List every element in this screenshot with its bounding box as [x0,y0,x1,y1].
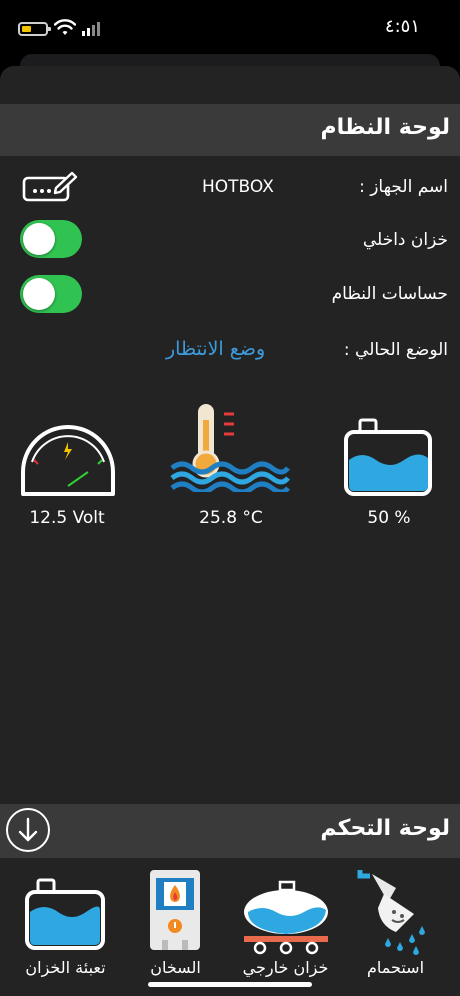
tab-shower[interactable]: استحمام [338,858,453,996]
tab-label-external-tank: خزان خارجي [242,958,329,977]
tab-fill-tank[interactable]: تعبئة الخزان [8,858,123,996]
voltage-value: 12.5 Volt [29,508,105,528]
heater-icon [150,870,200,950]
tab-label-shower: استحمام [366,958,425,977]
thermometer-icon [170,404,290,492]
system-sensors-toggle[interactable] [20,275,82,313]
wifi-icon [54,19,76,35]
tank-level-value: 50 % [367,508,411,528]
tank-level-icon [344,418,432,496]
clock: ٤:٥١ [384,16,420,37]
edit-keyboard-icon[interactable] [22,170,78,204]
tab-bar: تعبئة الخزان السخان خزان خارجي استحمام [0,858,460,996]
tab-label-heater: السخان [150,958,201,977]
current-mode-label: الوضع الحالي : [343,340,448,360]
voltmeter-icon [21,425,115,496]
status-bar: ٤:٥١ [0,0,460,54]
system-panel-header: لوحة النظام [0,104,460,156]
internal-tank-toggle[interactable] [20,220,82,258]
signal-icon [82,22,100,36]
temperature-value: 25.8 °C [199,508,263,528]
internal-tank-label: خزان داخلي [362,230,448,250]
arrow-down-icon [18,817,38,842]
collapse-button[interactable] [6,808,50,852]
system-sensors-label: حساسات النظام [331,284,448,304]
device-name-label: اسم الجهاز : [359,177,448,197]
tab-external-tank[interactable]: خزان خارجي [228,858,343,996]
current-mode-value: وضع الانتظار [166,338,266,360]
shower-icon [357,870,425,955]
home-indicator [148,982,312,987]
tab-label-fill-tank: تعبئة الخزان [25,958,106,977]
control-panel-header: لوحة التحكم [0,804,460,858]
device-name-value: HOTBOX [202,177,274,197]
tanker-icon [244,880,328,955]
tank-fill-icon [25,878,105,950]
control-panel-title: لوحة التحكم [320,816,450,841]
tab-heater[interactable]: السخان [118,858,233,996]
battery-icon [18,22,51,36]
system-panel-title: لوحة النظام [320,115,450,140]
